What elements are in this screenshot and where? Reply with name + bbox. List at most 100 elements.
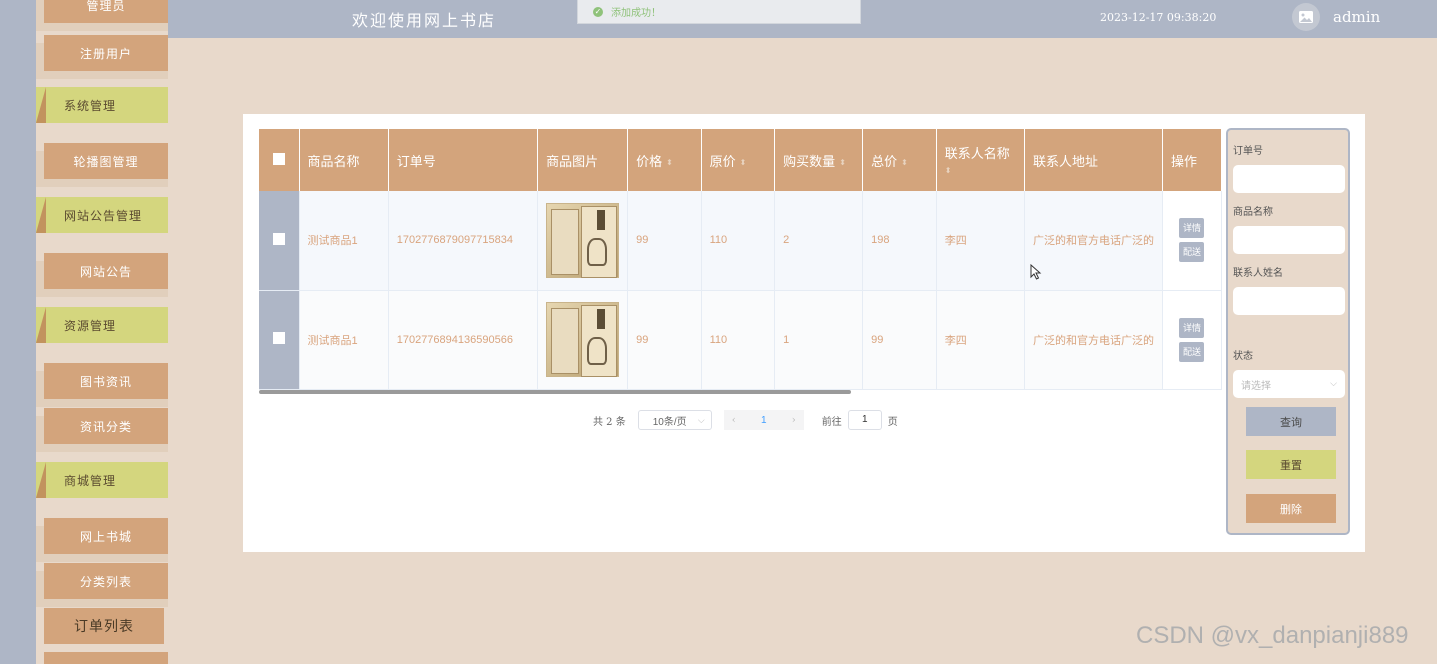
sidebar-group-system[interactable]: 系统管理	[36, 87, 168, 123]
sidebar-group-resources[interactable]: 资源管理	[36, 307, 168, 343]
row-checkbox[interactable]	[272, 332, 285, 344]
next-page-icon[interactable]: ›	[792, 415, 796, 426]
watermark: CSDN @vx_danpianji889	[1136, 622, 1409, 649]
delete-button[interactable]: 删除	[1246, 494, 1336, 523]
cell-product-name: 测试商品1	[299, 191, 389, 291]
page-nav: ‹ 1 ›	[723, 410, 804, 430]
datetime: 2023-12-17 09:38:20	[1100, 11, 1217, 24]
row-select-cell	[259, 191, 300, 291]
sort-icon[interactable]: ⬍	[839, 158, 846, 167]
goto-prefix: 前往	[821, 416, 842, 428]
row-select-cell	[259, 290, 300, 390]
sort-icon[interactable]: ⬍	[945, 166, 952, 175]
cell-contact-name: 李四	[936, 290, 1025, 390]
sidebar-item-label: 网站公告管理	[64, 208, 143, 223]
sidebar-item-registered-users[interactable]: 注册用户	[36, 35, 168, 79]
detail-button[interactable]: 详情	[1179, 218, 1205, 239]
sidebar-item-label: 系统管理	[64, 98, 117, 113]
row-checkbox[interactable]	[272, 232, 285, 245]
cell-total: 198	[862, 191, 937, 291]
sidebar-item-label: 分类列表	[79, 574, 132, 589]
order-table: 商品名称 订单号 商品图片 价格 ⬍ 原价 ⬍ 购买数量 ⬍ 总价 ⬍ 联系人名称 ⬍ 联…	[259, 129, 1222, 390]
select-all-header	[259, 129, 300, 191]
search-panel: 订单号 商品名称 联系人姓名 状态 请选择 ⌵ 查询 重置 删除	[1226, 128, 1350, 535]
cell-original-price: 110	[701, 191, 776, 291]
cell-quantity: 2	[774, 191, 864, 291]
prev-page-icon[interactable]: ‹	[732, 415, 736, 426]
chevron-down-icon: ⌵	[697, 414, 705, 425]
table-header-row: 商品名称 订单号 商品图片 价格 ⬍ 原价 ⬍ 购买数量 ⬍ 总价 ⬍ 联系人名称 ⬍ 联…	[259, 129, 1222, 191]
cell-quantity: 1	[774, 290, 864, 390]
check-circle-icon: ✓	[593, 6, 603, 17]
cell-price: 99	[627, 191, 702, 291]
pagination: 共 2 条 10条/页 ⌵ ‹ 1 › 前往 1 页	[593, 409, 898, 431]
col-original-price[interactable]: 原价 ⬍	[701, 129, 776, 191]
product-name-label: 商品名称	[1233, 207, 1273, 218]
product-thumbnail[interactable]	[546, 302, 620, 377]
detail-button[interactable]: 详情	[1179, 317, 1205, 338]
horizontal-scrollbar[interactable]	[259, 390, 851, 394]
ship-button[interactable]: 配送	[1179, 341, 1205, 362]
sidebar-item-label: 商城管理	[64, 473, 117, 488]
cell-contact-address: 广泛的和官方电话广泛的	[1024, 191, 1163, 291]
ship-button[interactable]: 配送	[1179, 242, 1205, 263]
goto-suffix: 页	[887, 416, 898, 428]
chevron-down-icon: ⌵	[1330, 379, 1337, 389]
col-contact-name[interactable]: 联系人名称 ⬍	[936, 129, 1025, 191]
site-title: 欢迎使用网上书店	[352, 11, 497, 30]
avatar[interactable]	[1292, 3, 1320, 31]
col-price[interactable]: 价格 ⬍	[627, 129, 702, 191]
col-product-name: 商品名称	[299, 129, 389, 191]
image-icon	[1299, 11, 1313, 23]
sidebar-item-label: 管理员	[86, 0, 126, 13]
product-name-input[interactable]	[1233, 226, 1345, 254]
sidebar-item-admins[interactable]: 管理员	[36, 0, 168, 31]
cell-product-image	[537, 290, 629, 390]
col-total-label: 总价	[871, 153, 898, 169]
order-no-label: 订单号	[1233, 146, 1263, 157]
cell-total: 99	[862, 290, 937, 390]
sidebar-item-order-list[interactable]: 订单列表	[36, 608, 164, 644]
sidebar-item-news-category[interactable]: 资讯分类	[36, 408, 168, 452]
sidebar-group-mall[interactable]: 商城管理	[36, 462, 168, 498]
cell-product-image	[537, 191, 629, 291]
cell-actions: 详情 配送	[1162, 191, 1222, 291]
col-actions: 操作	[1162, 129, 1222, 191]
page-size-select[interactable]: 10条/页 ⌵	[637, 410, 712, 430]
cell-original-price: 110	[701, 290, 776, 390]
status-select[interactable]: 请选择 ⌵	[1233, 370, 1345, 398]
col-product-image: 商品图片	[537, 129, 629, 191]
reset-button[interactable]: 重置	[1246, 450, 1336, 479]
cell-order-no: 1702776894136590566	[388, 290, 539, 390]
sidebar-item-label: 注册用户	[79, 46, 132, 61]
sort-icon[interactable]: ⬍	[740, 158, 747, 167]
sort-icon[interactable]: ⬍	[666, 158, 673, 167]
order-no-input[interactable]	[1233, 165, 1345, 193]
sidebar-item-notice[interactable]: 网站公告	[36, 253, 168, 297]
username[interactable]: admin	[1333, 8, 1380, 26]
cell-actions: 详情 配送	[1162, 290, 1222, 390]
page-number-current[interactable]: 1	[761, 415, 767, 426]
sort-icon[interactable]: ⬍	[901, 158, 908, 167]
cell-contact-address: 广泛的和官方电话广泛的	[1024, 290, 1163, 390]
sidebar-strip	[0, 0, 36, 664]
sidebar-item-label: 订单列表	[74, 619, 134, 635]
col-quantity-label: 购买数量	[783, 153, 836, 169]
sidebar-item-book-news[interactable]: 图书资讯	[36, 363, 168, 407]
sidebar-item-bookstore[interactable]: 网上书城	[36, 518, 168, 562]
col-quantity[interactable]: 购买数量 ⬍	[774, 129, 864, 191]
product-thumbnail[interactable]	[546, 202, 620, 278]
query-button[interactable]: 查询	[1246, 407, 1336, 436]
status-label: 状态	[1233, 351, 1253, 362]
col-order-no: 订单号	[388, 129, 539, 191]
col-total[interactable]: 总价 ⬍	[862, 129, 937, 191]
select-all-checkbox[interactable]	[272, 152, 285, 165]
sidebar-item-category-list[interactable]: 分类列表	[36, 563, 168, 607]
contact-name-input[interactable]	[1233, 287, 1345, 315]
sidebar-group-notice[interactable]: 网站公告管理	[36, 197, 168, 233]
sidebar-item-carousel[interactable]: 轮播图管理	[36, 143, 168, 187]
success-toast: ✓ 添加成功！	[577, 0, 861, 24]
col-contact-address: 联系人地址	[1024, 129, 1163, 191]
goto-page-input[interactable]: 1	[847, 410, 882, 430]
order-table-wrapper: 商品名称 订单号 商品图片 价格 ⬍ 原价 ⬍ 购买数量 ⬍ 总价 ⬍ 联系人名称 ⬍ 联…	[259, 129, 1222, 391]
